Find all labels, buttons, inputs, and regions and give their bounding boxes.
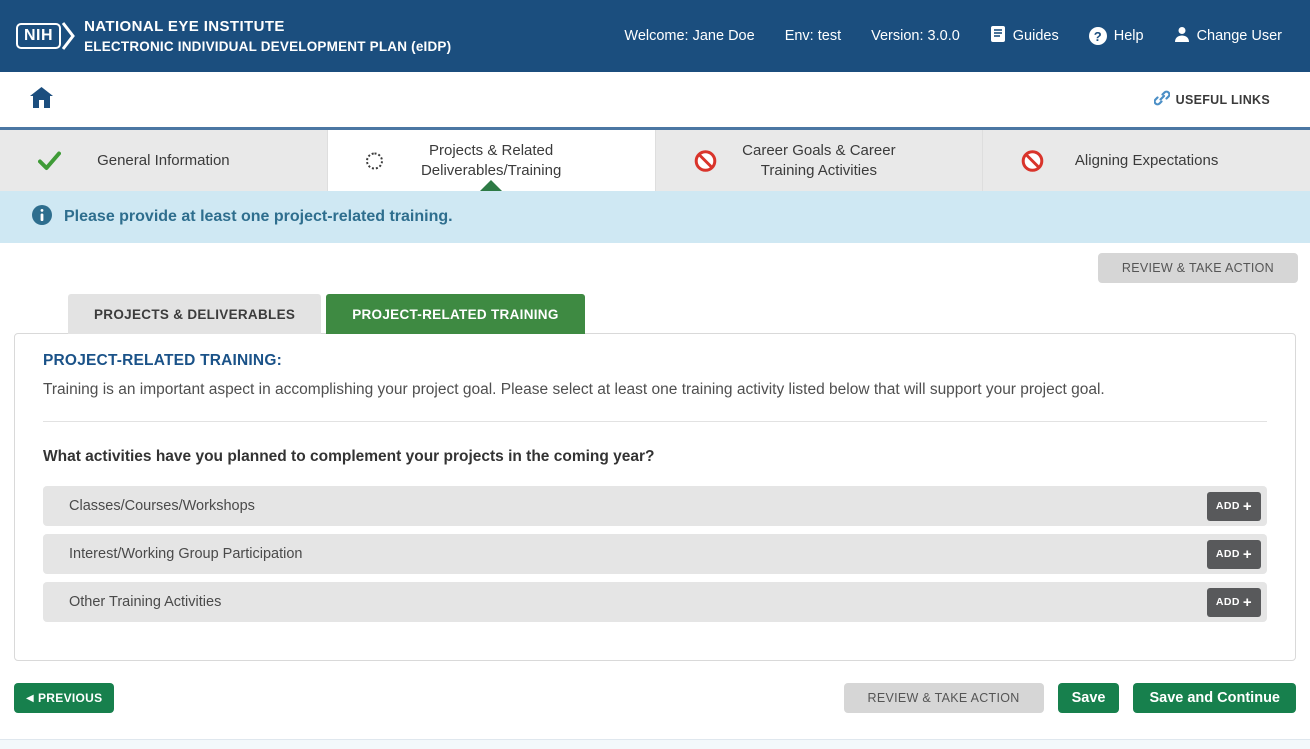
link-icon (1153, 90, 1171, 109)
previous-button[interactable]: ◀ PREVIOUS (14, 683, 115, 713)
change-user-label: Change User (1196, 28, 1282, 44)
review-take-action-button-bottom[interactable]: REVIEW & TAKE ACTION (843, 683, 1044, 713)
previous-label: PREVIOUS (38, 691, 103, 705)
review-row: REVIEW & TAKE ACTION (0, 243, 1310, 283)
tab-projects-deliverables[interactable]: PROJECTS & DELIVERABLES (68, 294, 322, 334)
left-arrow-icon: ◀ (26, 692, 34, 704)
row-interest-working-group[interactable]: Interest/Working Group Participation ADD… (43, 534, 1267, 574)
review-take-action-button-top[interactable]: REVIEW & TAKE ACTION (1097, 253, 1298, 283)
step-career-goals-training[interactable]: Career Goals & Career Training Activitie… (654, 130, 983, 191)
training-rows: Classes/Courses/Workshops ADD + Interest… (43, 486, 1267, 622)
row-label: Classes/Courses/Workshops (69, 498, 255, 514)
nih-logo-box: NIH (16, 23, 62, 49)
app-header: NIH NATIONAL EYE INSTITUTE ELECTRONIC IN… (0, 0, 1310, 72)
not-started-icon (1021, 149, 1044, 172)
step-label: Projects & Related Deliverables/Training (420, 142, 562, 179)
row-label: Interest/Working Group Participation (69, 546, 303, 562)
step-general-information[interactable]: General Information (0, 130, 327, 191)
version-text: Version: 3.0.0 (871, 28, 960, 44)
add-label: ADD (1215, 596, 1240, 608)
bottom-action-bar: ◀ PREVIOUS REVIEW & TAKE ACTION Save Sav… (14, 683, 1296, 713)
tab-project-related-training[interactable]: PROJECT-RELATED TRAINING (326, 294, 585, 334)
change-user-button[interactable]: Change User (1174, 26, 1282, 47)
step-label: Aligning Expectations (1074, 151, 1219, 169)
nih-logo: NIH NATIONAL EYE INSTITUTE ELECTRONIC IN… (16, 18, 451, 54)
step-projects-deliverables-training[interactable]: Projects & Related Deliverables/Training (326, 130, 655, 191)
home-icon (30, 86, 53, 113)
divider (43, 421, 1267, 422)
plus-icon: + (1242, 545, 1252, 563)
plus-icon: + (1242, 497, 1252, 515)
help-button[interactable]: ? Help (1088, 27, 1144, 45)
footer-strip (0, 739, 1310, 749)
activities-question: What activities have you planned to comp… (43, 448, 655, 465)
add-label: ADD (1215, 548, 1240, 560)
check-icon (38, 151, 61, 170)
env-text: Env: test (784, 28, 842, 44)
useful-links-button[interactable]: USEFUL LINKS (1153, 90, 1270, 109)
panel-description: Training is an important aspect in accom… (43, 381, 1105, 398)
guides-button[interactable]: Guides (990, 25, 1059, 47)
row-classes-courses-workshops[interactable]: Classes/Courses/Workshops ADD + (43, 486, 1267, 526)
add-button[interactable]: ADD + (1206, 539, 1261, 569)
info-alert: Please provide at least one project-rela… (0, 191, 1310, 243)
bottom-right-actions: REVIEW & TAKE ACTION Save Save and Conti… (843, 683, 1296, 713)
add-button[interactable]: ADD + (1206, 491, 1261, 521)
training-panel: PROJECT-RELATED TRAINING: Training is an… (14, 333, 1296, 661)
not-started-icon (694, 149, 717, 172)
app-name: ELECTRONIC INDIVIDUAL DEVELOPMENT PLAN (… (84, 39, 452, 54)
add-button[interactable]: ADD + (1206, 587, 1261, 617)
step-aligning-expectations[interactable]: Aligning Expectations (982, 130, 1310, 191)
header-menu: Welcome: Jane Doe Env: test Version: 3.0… (624, 25, 1282, 47)
add-label: ADD (1215, 500, 1240, 512)
person-icon (1174, 26, 1190, 47)
guides-label: Guides (1012, 28, 1059, 44)
home-button[interactable] (30, 86, 53, 113)
in-progress-spinner-icon (365, 152, 383, 169)
save-button[interactable]: Save (1057, 683, 1120, 713)
panel-heading: PROJECT-RELATED TRAINING: (43, 352, 282, 369)
help-label: Help (1113, 28, 1144, 44)
useful-links-label: USEFUL LINKS (1175, 92, 1270, 107)
step-label: General Information (97, 151, 230, 169)
alert-message: Please provide at least one project-rela… (64, 208, 453, 225)
row-label: Other Training Activities (69, 594, 222, 610)
nih-logo-chevron-icon (62, 22, 75, 50)
welcome-text: Welcome: Jane Doe (624, 28, 755, 44)
step-navigation: General Information Projects & Related D… (0, 130, 1310, 191)
org-name: NATIONAL EYE INSTITUTE (84, 18, 285, 35)
content-tabs: PROJECTS & DELIVERABLES PROJECT-RELATED … (68, 294, 1310, 334)
book-icon (990, 25, 1006, 47)
row-other-training-activities[interactable]: Other Training Activities ADD + (43, 582, 1267, 622)
toolbar: USEFUL LINKS (0, 72, 1310, 130)
help-icon: ? (1088, 27, 1107, 45)
save-and-continue-button[interactable]: Save and Continue (1133, 683, 1296, 713)
plus-icon: + (1242, 593, 1252, 611)
header-titles: NATIONAL EYE INSTITUTE ELECTRONIC INDIVI… (84, 18, 451, 54)
info-icon (32, 204, 52, 230)
